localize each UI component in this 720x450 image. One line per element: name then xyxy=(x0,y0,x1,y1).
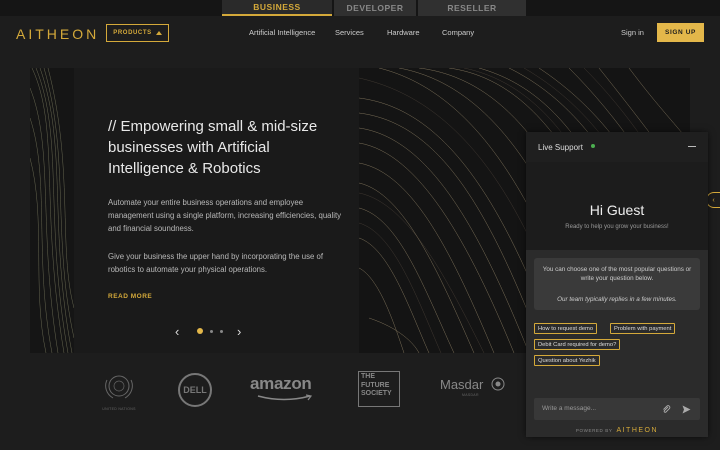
caret-up-icon xyxy=(155,31,162,35)
side-scroll-button[interactable]: ‹ xyxy=(706,192,720,208)
products-label: PRODUCTS xyxy=(113,30,152,36)
agent-message-text: You can choose one of the most popular q… xyxy=(542,266,692,282)
quick-question-yezhik[interactable]: Question about Yezhik xyxy=(534,355,600,366)
tab-developer[interactable]: DEVELOPER xyxy=(334,0,416,16)
sign-in-link[interactable]: Sign in xyxy=(621,28,644,37)
hero-title: // Empowering small & mid-size businesse… xyxy=(108,118,318,177)
paperclip-icon[interactable] xyxy=(662,405,671,414)
sign-up-button[interactable]: SIGN UP xyxy=(657,23,704,42)
hero-paragraph-robotics: Give your business the upper hand by inc… xyxy=(108,252,323,274)
agent-message-bubble: You can choose one of the most popular q… xyxy=(534,258,700,310)
products-dropdown-button[interactable]: PRODUCTS xyxy=(106,24,169,42)
masdar-wordmark: Masdar xyxy=(440,377,484,392)
powered-by-logo: AITHEON xyxy=(616,427,659,434)
nav-link-company[interactable]: Company xyxy=(442,28,474,37)
message-input-placeholder: Write a message... xyxy=(542,405,597,412)
send-icon[interactable] xyxy=(682,405,691,414)
future-society-word-3: SOCIETY xyxy=(361,390,392,397)
read-more-link[interactable]: READ MORE xyxy=(108,293,152,300)
minimize-icon[interactable] xyxy=(688,146,696,147)
carousel-dot-3[interactable] xyxy=(220,330,223,333)
live-support-widget: Live Support Hi Guest Ready to help you … xyxy=(526,132,708,437)
quick-question-debit-card[interactable]: Debit Card required for demo? xyxy=(534,339,621,350)
chat-header: Live Support xyxy=(526,132,708,162)
masdar-logo: Masdar MASDAR xyxy=(440,376,510,402)
powered-by-label: POWERED BY xyxy=(575,428,613,433)
audience-tabs: BUSINESS DEVELOPER RESELLER xyxy=(0,0,720,16)
chat-title: Live Support xyxy=(538,143,583,152)
future-society-word-2: FUTURE xyxy=(361,381,390,389)
agent-message-note: Our team typically replies in a few minu… xyxy=(557,296,677,303)
app-root: BUSINESS DEVELOPER RESELLER AITHEON PROD… xyxy=(0,0,720,450)
powered-by-footer: POWERED BY AITHEON xyxy=(526,427,708,434)
carousel-next-icon[interactable]: › xyxy=(237,324,241,339)
aitheon-logo[interactable]: AITHEON xyxy=(16,26,99,42)
nav-link-services[interactable]: Services xyxy=(335,28,364,37)
future-society-word-1: THE xyxy=(361,373,375,380)
carousel-prev-icon[interactable]: ‹ xyxy=(175,324,179,339)
masdar-emblem-icon xyxy=(491,377,505,391)
nav-link-hardware[interactable]: Hardware xyxy=(387,28,420,37)
online-status-icon xyxy=(591,144,595,148)
quick-question-request-demo[interactable]: How to request demo xyxy=(534,323,598,334)
united-nations-logo: UNITED NATIONS xyxy=(100,372,138,412)
greeting-title: Hi Guest xyxy=(589,202,645,218)
carousel-dot-1[interactable] xyxy=(197,328,203,334)
amazon-wordmark: amazon xyxy=(250,374,312,393)
hero-left-art xyxy=(30,68,74,353)
greeting-subtitle: Ready to help you grow your business! xyxy=(565,224,669,230)
un-caption: UNITED NATIONS xyxy=(102,407,136,411)
tab-reseller[interactable]: RESELLER xyxy=(418,0,526,16)
tab-business[interactable]: BUSINESS xyxy=(222,0,332,16)
amazon-smile-icon xyxy=(257,394,313,401)
carousel-dot-2[interactable] xyxy=(210,330,213,333)
top-navigation: AITHEON PRODUCTS Artificial Intelligence… xyxy=(0,16,720,50)
amazon-logo: amazon xyxy=(250,374,322,404)
partner-logos: UNITED NATIONS DELL amazon THE FUTURE SO… xyxy=(0,362,526,417)
message-input[interactable]: Write a message... xyxy=(534,398,700,420)
quick-question-payment-problem[interactable]: Problem with payment xyxy=(610,323,676,334)
nav-link-artificial-intelligence[interactable]: Artificial Intelligence xyxy=(249,28,315,37)
un-emblem-icon xyxy=(105,375,133,399)
dell-logo: DELL xyxy=(178,373,212,407)
hero-paragraph-automate: Automate your entire business operations… xyxy=(108,198,342,233)
masdar-caption: MASDAR xyxy=(462,393,479,397)
future-society-logo: THE FUTURE SOCIETY xyxy=(358,371,400,407)
